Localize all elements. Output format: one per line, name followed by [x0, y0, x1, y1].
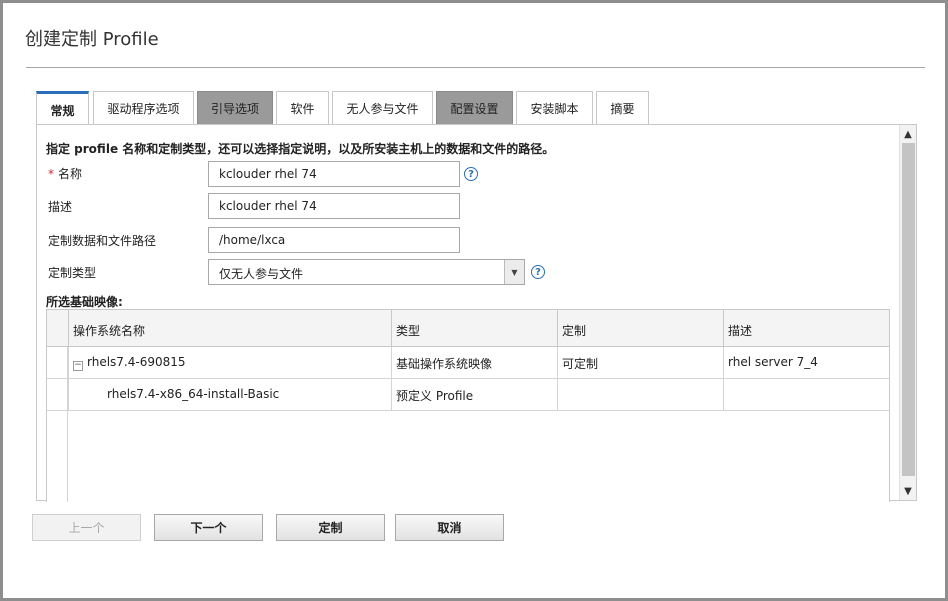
- column-custom[interactable]: 定制: [557, 310, 723, 346]
- type-label: 定制类型: [48, 266, 97, 280]
- prev-button[interactable]: 上一个: [32, 514, 141, 541]
- cell-os-name: − rhels7.4-690815: [68, 347, 391, 378]
- name-label-text: 名称: [58, 167, 83, 181]
- chevron-down-icon[interactable]: ▼: [504, 260, 524, 284]
- tab-config-settings[interactable]: 配置设置: [436, 91, 513, 125]
- general-panel: 指定 profile 名称和定制类型，还可以选择指定说明，以及所安装主机上的数据…: [36, 124, 917, 502]
- cell-description: [723, 379, 889, 410]
- help-icon[interactable]: ?: [464, 167, 478, 181]
- collapse-icon[interactable]: −: [73, 361, 83, 371]
- name-label: * 名称: [48, 165, 82, 182]
- intro-text: 指定 profile 名称和定制类型，还可以选择指定说明，以及所安装主机上的数据…: [46, 142, 555, 156]
- column-type[interactable]: 类型: [391, 310, 557, 346]
- tab-install-scripts[interactable]: 安装脚本: [516, 91, 593, 125]
- required-marker: *: [48, 167, 54, 181]
- tab-unattend-files[interactable]: 无人参与文件: [332, 91, 433, 125]
- tab-summary[interactable]: 摘要: [596, 91, 649, 125]
- tab-driver-options[interactable]: 驱动程序选项: [93, 91, 194, 125]
- path-label: 定制数据和文件路径: [48, 234, 157, 248]
- customization-type-value: 仅无人参与文件: [219, 267, 304, 281]
- tab-boot-options[interactable]: 引导选项: [197, 91, 273, 125]
- cell-os-name: rhels7.4-x86_64-install-Basic: [68, 379, 391, 410]
- cell-type: 基础操作系统映像: [391, 347, 557, 378]
- base-image-title: 所选基础映像:: [46, 295, 123, 309]
- description-label: 描述: [48, 200, 73, 214]
- scroll-down-arrow-icon[interactable]: ▼: [900, 483, 916, 499]
- create-profile-dialog: 创建定制 Profile 常规 驱动程序选项 引导选项 软件 无人参与文件 配置…: [0, 0, 948, 601]
- cell-custom: [557, 379, 723, 410]
- grid-header: 操作系统名称 类型 定制 描述: [47, 310, 889, 347]
- dialog-title: 创建定制 Profile: [25, 29, 159, 50]
- description-input[interactable]: kclouder rhel 74: [208, 193, 460, 219]
- name-input[interactable]: kclouder rhel 74: [208, 161, 460, 187]
- table-row[interactable]: − rhels7.4-690815 基础操作系统映像 可定制 rhel serve…: [47, 347, 889, 379]
- base-image-grid: 操作系统名称 类型 定制 描述 − rhels7.4-690815 基础操作系统映…: [46, 309, 890, 502]
- cancel-button[interactable]: 取消: [395, 514, 504, 541]
- cell-custom: 可定制: [557, 347, 723, 378]
- os-name-text: rhels7.4-690815: [87, 355, 186, 369]
- scrollbar-thumb[interactable]: [902, 143, 915, 476]
- cell-description: rhel server 7_4: [723, 347, 889, 378]
- next-button[interactable]: 下一个: [154, 514, 263, 541]
- scroll-up-arrow-icon[interactable]: ▲: [900, 126, 916, 142]
- tab-software[interactable]: 软件: [276, 91, 329, 125]
- customization-type-select[interactable]: 仅无人参与文件 ▼: [208, 259, 525, 285]
- help-icon[interactable]: ?: [531, 265, 545, 279]
- table-row[interactable]: rhels7.4-x86_64-install-Basic 预定义 Profil…: [47, 379, 889, 411]
- path-input[interactable]: /home/lxca: [208, 227, 460, 253]
- tab-general[interactable]: 常规: [36, 91, 89, 126]
- column-description[interactable]: 描述: [723, 310, 889, 346]
- cell-type: 预定义 Profile: [391, 379, 557, 410]
- customize-button[interactable]: 定制: [276, 514, 385, 541]
- vertical-scrollbar[interactable]: ▲ ▼: [899, 125, 916, 500]
- title-divider: [26, 67, 925, 68]
- column-os-name[interactable]: 操作系统名称: [68, 310, 391, 346]
